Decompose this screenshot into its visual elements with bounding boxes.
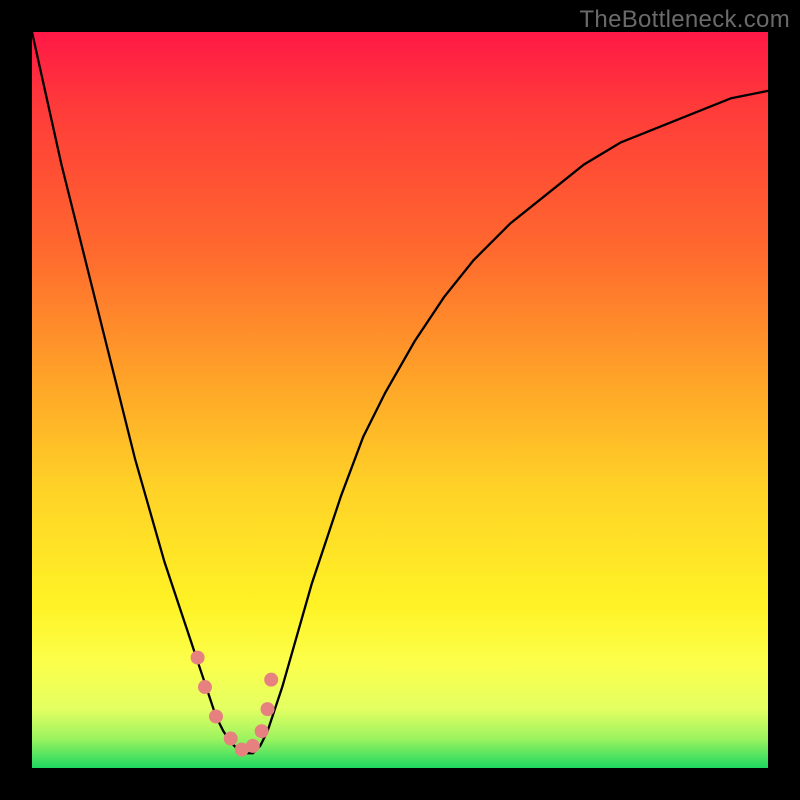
curve-marker	[264, 673, 278, 687]
curve-marker	[191, 651, 205, 665]
curve-marker	[255, 724, 269, 738]
curve-marker	[246, 739, 260, 753]
chart-frame: TheBottleneck.com	[0, 0, 800, 800]
marker-group	[191, 651, 279, 757]
watermark-text: TheBottleneck.com	[579, 6, 790, 34]
curve-marker	[261, 702, 275, 716]
curve-marker	[224, 732, 238, 746]
bottleneck-curve	[32, 32, 768, 753]
curve-marker	[209, 709, 223, 723]
plot-area	[32, 32, 768, 768]
bottleneck-curve-svg	[32, 32, 768, 768]
curve-marker	[198, 680, 212, 694]
